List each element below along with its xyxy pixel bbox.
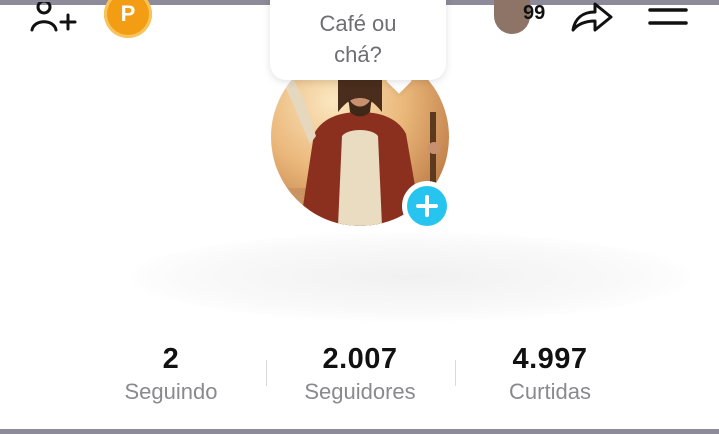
add-avatar-button[interactable] <box>402 181 452 231</box>
stat-label: Seguidores <box>304 379 416 404</box>
promote-coin-icon[interactable]: P <box>104 0 152 38</box>
add-friend-icon[interactable] <box>28 2 78 34</box>
stat-label: Seguindo <box>124 379 218 404</box>
note-line-2: chá? <box>334 42 382 67</box>
share-icon[interactable] <box>569 0 615 34</box>
stat-divider <box>455 360 456 386</box>
stat-value: 2 <box>162 343 180 375</box>
promote-letter: P <box>120 1 136 26</box>
bottom-edge-strip <box>0 429 719 434</box>
note-line-1: Café ou <box>319 11 397 36</box>
inbox-badge[interactable]: 99 <box>494 0 556 34</box>
stat-likes[interactable]: 4.997 Curtidas <box>465 340 635 406</box>
profile-stats: 2 Seguindo 2.007 Seguidores 4.997 Curtid… <box>0 340 719 410</box>
obscured-username-area <box>130 232 690 322</box>
plus-icon <box>416 195 438 217</box>
stat-divider <box>266 360 267 386</box>
note-bubble[interactable]: Café ou chá? <box>270 0 446 80</box>
note-text: Café ou chá? <box>270 8 446 70</box>
stat-followers[interactable]: 2.007 Seguidores <box>275 340 445 406</box>
stat-label: Curtidas <box>509 379 591 404</box>
stat-following[interactable]: 2 Seguindo <box>86 340 256 406</box>
inbox-count: 99 <box>523 2 546 24</box>
add-avatar-circle <box>407 186 447 226</box>
stat-value: 4.997 <box>512 343 588 375</box>
stat-value: 2.007 <box>322 343 398 375</box>
menu-icon[interactable] <box>648 6 688 28</box>
